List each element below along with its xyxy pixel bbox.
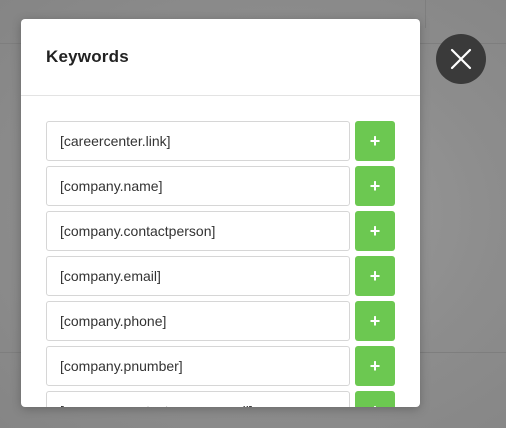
- close-icon: [450, 48, 472, 70]
- keyword-row: +: [46, 256, 420, 296]
- keyword-field[interactable]: [46, 301, 350, 341]
- keywords-modal: Keywords + + + + + + +: [21, 19, 420, 407]
- keyword-field[interactable]: [46, 256, 350, 296]
- add-keyword-button[interactable]: +: [355, 256, 395, 296]
- keyword-field[interactable]: [46, 211, 350, 251]
- keyword-row: +: [46, 211, 420, 251]
- add-keyword-button[interactable]: +: [355, 391, 395, 407]
- keyword-field[interactable]: [46, 346, 350, 386]
- add-keyword-button[interactable]: +: [355, 211, 395, 251]
- keyword-field[interactable]: [46, 391, 350, 407]
- add-keyword-button[interactable]: +: [355, 121, 395, 161]
- modal-header: Keywords: [21, 19, 420, 96]
- keyword-row: +: [46, 121, 420, 161]
- keyword-list: + + + + + + +: [21, 96, 420, 407]
- keyword-field[interactable]: [46, 121, 350, 161]
- add-keyword-button[interactable]: +: [355, 301, 395, 341]
- add-keyword-button[interactable]: +: [355, 346, 395, 386]
- keyword-row: +: [46, 346, 420, 386]
- keyword-row: +: [46, 166, 420, 206]
- background-divider: [425, 0, 426, 28]
- add-keyword-button[interactable]: +: [355, 166, 395, 206]
- keyword-row: +: [46, 301, 420, 341]
- keyword-field[interactable]: [46, 166, 350, 206]
- keyword-row: +: [46, 391, 420, 407]
- modal-title: Keywords: [46, 47, 129, 66]
- close-modal-button[interactable]: [436, 34, 486, 84]
